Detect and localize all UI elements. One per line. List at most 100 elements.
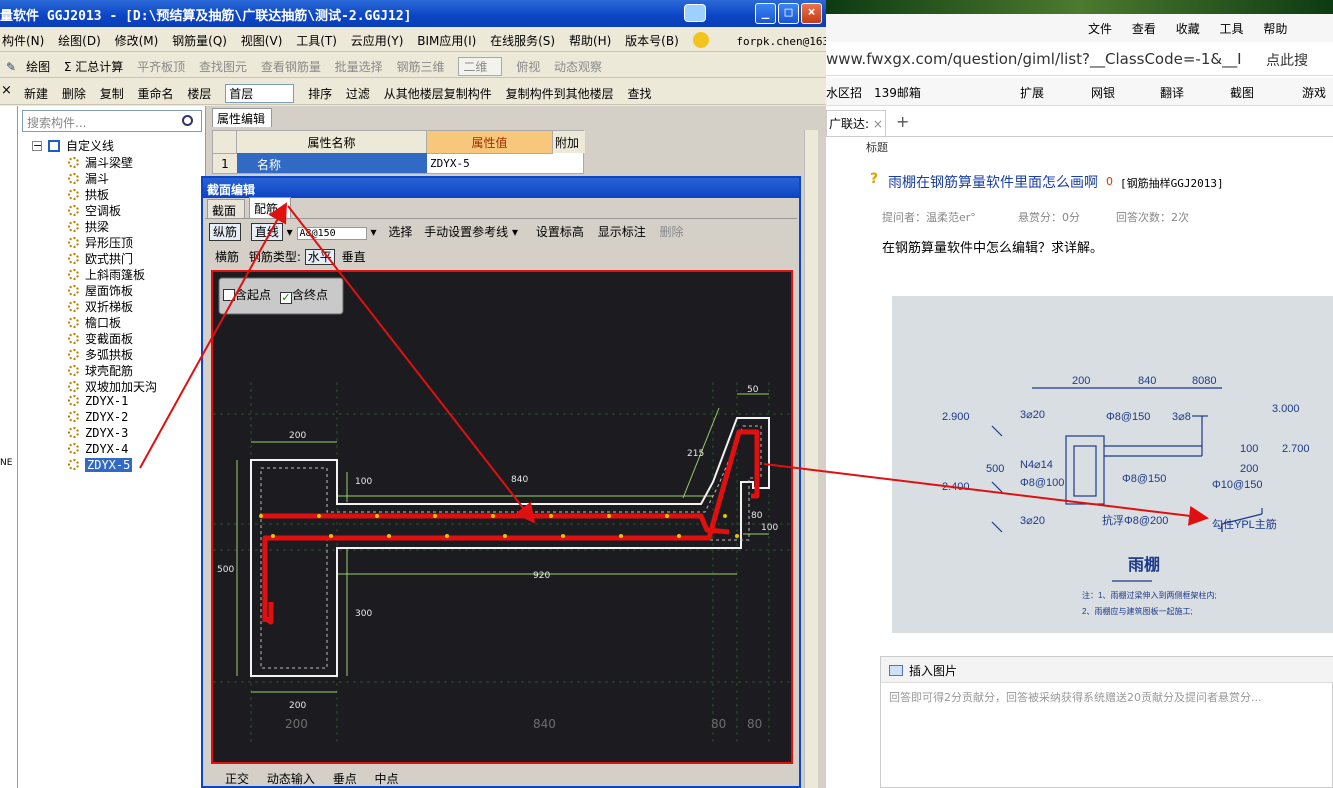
tree-item[interactable]: 屋面饰板 xyxy=(68,282,133,298)
menu-modify[interactable]: 修改(M) xyxy=(115,32,159,49)
dynamic-input-button[interactable]: 动态输入 xyxy=(267,772,315,786)
find-button[interactable]: 查找 xyxy=(627,85,651,102)
rename-button[interactable]: 重命名 xyxy=(138,85,174,102)
category-tag[interactable]: [钢筋抽样GGJ2013] xyxy=(1120,175,1224,191)
menu-file[interactable]: 文件 xyxy=(1088,22,1112,36)
vertical-button[interactable]: 垂直 xyxy=(342,250,366,264)
checkbox-start-box[interactable] xyxy=(223,289,235,301)
tree-item[interactable]: 檐口板 xyxy=(68,314,121,330)
copy-from-floor-button[interactable]: 从其他楼层复制构件 xyxy=(384,85,492,102)
chevron-down-icon[interactable]: ▾ xyxy=(508,225,518,239)
delete-button[interactable]: 删除 xyxy=(62,85,86,102)
new-tab-button[interactable]: + xyxy=(896,112,909,131)
tab-section[interactable]: 截面 xyxy=(207,199,245,219)
ortho-button[interactable]: 正交 xyxy=(225,772,249,786)
answer-textarea[interactable]: 回答即可得2分贡献分，回答被采纳获得系统赠送20贡献分及提问者悬赏分... xyxy=(889,689,1329,705)
set-elevation-button[interactable]: 设置标高 xyxy=(536,225,584,239)
menu-bim[interactable]: BIM应用(I) xyxy=(417,32,476,49)
ref-line-button[interactable]: 手动设置参考线 xyxy=(424,225,508,239)
menu-view[interactable]: 视图(V) xyxy=(241,32,283,49)
draw-button[interactable]: 绘图 xyxy=(26,58,50,75)
longitudinal-rebar-button[interactable]: 纵筋 xyxy=(209,223,242,241)
menu-help[interactable]: 帮助(H) xyxy=(569,32,611,49)
perpendicular-button[interactable]: 垂点 xyxy=(333,772,357,786)
tree-item[interactable]: 双折梯板 xyxy=(68,298,133,314)
url-field[interactable]: www.fwxgx.com/question/giml/list?__Class… xyxy=(826,50,1242,68)
menu-version[interactable]: 版本号(B) xyxy=(625,32,679,49)
tree-item[interactable]: ZDYX-3 xyxy=(68,426,128,442)
filter-button[interactable]: 过滤 xyxy=(346,85,370,102)
horizontal-button[interactable]: 水平 xyxy=(304,249,335,265)
tree-item[interactable]: 球壳配筋 xyxy=(68,362,133,378)
menu-draw[interactable]: 绘图(D) xyxy=(58,32,101,49)
tab-rebar[interactable]: 配筋 xyxy=(249,197,291,219)
menu-component[interactable]: 构件(N) xyxy=(2,32,44,49)
close-tab-icon[interactable]: × xyxy=(869,117,883,131)
menu-help[interactable]: 帮助 xyxy=(1263,22,1287,36)
tree-item[interactable]: 拱梁 xyxy=(68,218,109,234)
show-dimension-button[interactable]: 显示标注 xyxy=(598,225,646,239)
view-rebar-button[interactable]: 查看钢筋量 xyxy=(261,58,321,75)
dynamic-view-button[interactable]: 动态观察 xyxy=(554,58,602,75)
delete-rebar-button[interactable]: 删除 xyxy=(660,225,684,239)
checkbox-end[interactable]: ✓含终点 xyxy=(280,286,328,304)
menu-favorites[interactable]: 收藏 xyxy=(1176,22,1200,36)
checkbox-start[interactable]: 含起点 xyxy=(223,286,271,303)
close-button[interactable]: × xyxy=(801,3,822,24)
fav-item-mail[interactable]: 139邮箱 xyxy=(874,84,921,101)
tree-item[interactable]: 多弧拱板 xyxy=(68,346,133,362)
game-button[interactable]: 游戏 xyxy=(1302,84,1326,101)
bank-button[interactable]: 网银 xyxy=(1091,84,1115,101)
account-email[interactable]: forpk.chen@163.com xyxy=(736,35,826,48)
tree-item[interactable]: 漏斗梁壁 xyxy=(68,154,133,170)
translate-button[interactable]: 翻译 xyxy=(1160,84,1184,101)
tree-item[interactable]: 欧式拱门 xyxy=(68,250,133,266)
menu-online[interactable]: 在线服务(S) xyxy=(490,32,555,49)
menu-tools[interactable]: 工具 xyxy=(1220,22,1244,36)
prop-row-name[interactable]: 名称 xyxy=(237,153,427,173)
rebar-3d-button[interactable]: 钢筋三维 xyxy=(397,58,445,75)
batch-select-button[interactable]: 批量选择 xyxy=(335,58,383,75)
menu-rebar[interactable]: 钢筋量(Q) xyxy=(172,32,227,49)
tree-item[interactable]: ZDYX-5 xyxy=(68,458,133,474)
menu-cloud[interactable]: 云应用(Y) xyxy=(351,32,404,49)
search-icon[interactable] xyxy=(182,115,193,126)
tree-item[interactable]: 空调板 xyxy=(68,202,121,218)
tree-item[interactable]: ZDYX-4 xyxy=(68,442,128,458)
collapse-icon[interactable]: − xyxy=(32,140,42,151)
view-2d-select[interactable]: 二维 xyxy=(458,57,503,76)
tree-item[interactable]: 漏斗 xyxy=(68,170,109,186)
prop-scrollbar[interactable] xyxy=(804,130,818,788)
tree-item[interactable]: 拱板 xyxy=(68,186,109,202)
ext-button[interactable]: 扩展 xyxy=(1020,84,1044,101)
floor-select[interactable]: 首层 xyxy=(225,84,295,103)
question-photo[interactable]: 200 840 8080 2.900 3⌀20 Φ8@150 3⌀8 3.000 2.700 50… xyxy=(892,296,1333,633)
section-drawing[interactable]: 200 100 840 50 215 100 80 920 500 300 200 200 840 80 8… xyxy=(213,272,791,762)
tree-item[interactable]: ZDYX-1 xyxy=(68,394,128,410)
prop-tab[interactable]: 属性编辑 xyxy=(212,108,272,127)
straight-line-button[interactable]: 直线 xyxy=(250,223,283,241)
copy-button[interactable]: 复制 xyxy=(100,85,124,102)
tree-root[interactable]: 自定义线 xyxy=(48,137,114,154)
component-search-input[interactable]: 搜索构件... xyxy=(22,110,202,132)
search-hint[interactable]: 点此搜 xyxy=(1266,50,1308,70)
question-title[interactable]: 雨棚在钢筋算量软件里面怎么画啊 xyxy=(888,172,1098,192)
tree-item[interactable]: ZDYX-2 xyxy=(68,410,128,426)
prop-row-value[interactable]: ZDYX-5 xyxy=(427,153,553,173)
midpoint-button[interactable]: 中点 xyxy=(375,772,399,786)
select-button[interactable]: 选择 xyxy=(388,225,412,239)
checkbox-end-box[interactable]: ✓ xyxy=(280,292,292,304)
fav-item[interactable]: 水区招 xyxy=(826,84,862,101)
chevron-down-icon[interactable]: ▾ xyxy=(283,225,293,239)
tree-item[interactable]: 双坡加加天沟 xyxy=(68,378,157,394)
tree-item[interactable]: 异形压顶 xyxy=(68,234,133,250)
help-face-icon[interactable] xyxy=(684,4,706,22)
rebar-spec-input[interactable]: A8@150 xyxy=(296,227,367,240)
section-canvas[interactable]: 200 100 840 50 215 100 80 920 500 300 200 200 840 80 8… xyxy=(211,270,793,764)
user-face-icon[interactable] xyxy=(692,32,709,48)
tree-item[interactable]: 上斜雨篷板 xyxy=(68,266,145,282)
insert-image-bar[interactable]: 插入图片 xyxy=(881,657,1333,683)
sort-button[interactable]: 排序 xyxy=(308,85,332,102)
new-button[interactable]: 新建 xyxy=(24,85,48,102)
tree-item[interactable]: 变截面板 xyxy=(68,330,133,346)
